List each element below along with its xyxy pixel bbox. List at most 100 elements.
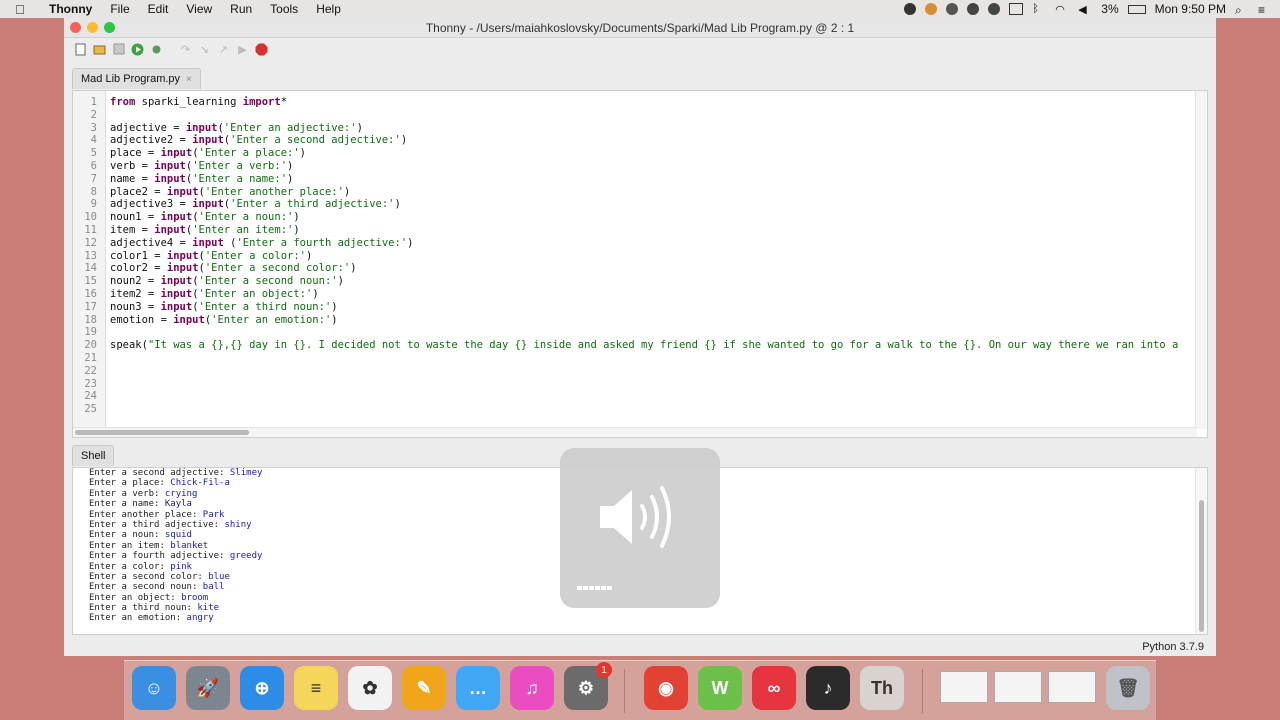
open-file-icon[interactable] [93, 43, 106, 56]
editor-tabbar: Mad Lib Program.py × [72, 68, 201, 89]
app-tray-icon[interactable] [925, 3, 938, 15]
code-line[interactable]: from sparki_learning import* [110, 96, 1195, 109]
code-line[interactable]: adjective4 = input ('Enter a fourth adje… [110, 237, 1195, 250]
resume-icon[interactable]: ▶ [236, 43, 249, 56]
code-paren: ) [400, 134, 408, 147]
minimize-window-button[interactable] [87, 22, 98, 33]
step-into-icon[interactable]: ↘ [198, 43, 211, 56]
run-icon[interactable] [131, 43, 144, 56]
shell-prompt: Enter a second color: [89, 571, 209, 582]
editor-vertical-scrollbar[interactable] [1195, 91, 1207, 429]
shell-vertical-scrollbar[interactable] [1195, 468, 1207, 634]
dock-separator [624, 669, 625, 713]
minimized-window-thumbnail[interactable] [1048, 671, 1096, 703]
shell-answer: Slimey [229, 468, 263, 478]
code-line[interactable] [110, 352, 1195, 365]
tab-close-icon[interactable]: × [186, 74, 192, 85]
menu-app-name[interactable]: Thonny [40, 2, 101, 16]
itunes-icon[interactable]: ♫ [510, 666, 554, 710]
new-file-icon[interactable] [74, 43, 87, 56]
code-line[interactable]: emotion = input('Enter an emotion:') [110, 314, 1195, 327]
minimized-window-thumbnail[interactable] [994, 671, 1042, 703]
record-icon[interactable] [904, 3, 917, 15]
code-builtin: input [166, 262, 199, 275]
upload-icon[interactable] [967, 3, 980, 15]
chrome-icon[interactable]: ◉ [644, 666, 688, 710]
code-line[interactable]: name = input('Enter a name:') [110, 173, 1195, 186]
step-out-icon[interactable]: ↗ [217, 43, 230, 56]
code-line[interactable]: place2 = input('Enter another place:') [110, 186, 1195, 199]
clock[interactable]: Mon 9:50 PM [1155, 2, 1226, 16]
save-file-icon[interactable] [112, 43, 125, 56]
audio-recorder-icon[interactable]: ♪ [806, 666, 850, 710]
code-line[interactable] [110, 390, 1195, 403]
code-line[interactable]: noun3 = input('Enter a third noun:') [110, 301, 1195, 314]
launchpad-icon[interactable]: 🚀 [186, 666, 230, 710]
code-line[interactable] [110, 326, 1195, 339]
code-text[interactable]: from sparki_learning import* adjective = … [110, 96, 1195, 416]
editor-horizontal-scroll-thumb[interactable] [75, 430, 249, 435]
line-number: 18 [84, 313, 97, 326]
code-line[interactable]: noun1 = input('Enter a noun:') [110, 211, 1195, 224]
safari-icon[interactable]: ⊕ [240, 666, 284, 710]
code-line[interactable]: noun2 = input('Enter a second noun:') [110, 275, 1195, 288]
code-builtin: input [160, 287, 193, 300]
wifi-icon[interactable]: ◠ [1055, 3, 1069, 16]
code-line[interactable] [110, 403, 1195, 416]
thonny-icon[interactable]: Th [860, 666, 904, 710]
bluetooth-icon[interactable]: ᛒ [1032, 3, 1046, 15]
notes-icon[interactable]: ≡ [294, 666, 338, 710]
notification-center-icon[interactable]: ≡ [1258, 3, 1272, 17]
code-line[interactable] [110, 365, 1195, 378]
shell-scroll-thumb[interactable] [1199, 500, 1204, 632]
tab-shell[interactable]: Shell [72, 445, 115, 466]
pages-icon[interactable]: ✎ [402, 666, 446, 710]
stop-icon[interactable] [255, 43, 268, 56]
system-preferences-icon[interactable]: ⚙ 1 [564, 662, 612, 710]
menu-edit[interactable]: Edit [139, 2, 178, 16]
code-line[interactable] [110, 378, 1195, 391]
menu-help[interactable]: Help [307, 2, 350, 16]
tab-mad-lib-program[interactable]: Mad Lib Program.py × [72, 68, 201, 89]
line-number: 16 [84, 287, 97, 300]
creative-cloud-icon[interactable]: ∞ [752, 666, 796, 710]
webex-icon[interactable]: W [698, 666, 742, 710]
volume-tray-icon[interactable]: ◀ [1078, 3, 1092, 16]
trash-icon[interactable]: 🗑 [1106, 666, 1150, 710]
messages-icon[interactable]: … [456, 666, 500, 710]
menu-file[interactable]: File [101, 2, 138, 16]
menu-tools[interactable]: Tools [261, 2, 307, 16]
code-line[interactable]: verb = input('Enter a verb:') [110, 160, 1195, 173]
step-over-icon[interactable]: ↷ [179, 43, 192, 56]
code-line[interactable]: speak("It was a {},{} day in {}. I decid… [110, 339, 1195, 352]
creative-cloud-tray-icon[interactable] [988, 3, 1001, 15]
zoom-window-button[interactable] [104, 22, 115, 33]
spotlight-search-icon[interactable]: ⌕ [1235, 3, 1249, 17]
photos-icon[interactable]: ✿ [348, 666, 392, 710]
battery-icon[interactable] [1127, 4, 1146, 14]
code-line[interactable]: color1 = input('Enter a color:') [110, 250, 1195, 263]
code-line[interactable]: adjective = input('Enter an adjective:') [110, 122, 1195, 135]
notification-icon[interactable] [946, 3, 959, 15]
menu-run[interactable]: Run [221, 2, 261, 16]
code-line[interactable]: place = input('Enter a place:') [110, 147, 1195, 160]
code-line[interactable]: item = input('Enter an item:') [110, 224, 1195, 237]
menu-view[interactable]: View [177, 2, 221, 16]
airplay-icon[interactable] [1009, 3, 1024, 15]
editor-horizontal-scrollbar[interactable] [73, 427, 1197, 437]
shell-prompt: Enter a third adjective: [89, 519, 225, 530]
finder-icon[interactable]: ☺ [132, 666, 176, 710]
code-line[interactable]: item2 = input('Enter an object:') [110, 288, 1195, 301]
line-number: 13 [84, 249, 97, 262]
minimized-window-thumbnail[interactable] [940, 671, 988, 703]
close-window-button[interactable] [70, 22, 81, 33]
shell-prompt: Enter a second adjective: [89, 468, 230, 478]
code-line[interactable]: adjective2 = input('Enter a second adjec… [110, 134, 1195, 147]
code-line[interactable] [110, 109, 1195, 122]
code-line[interactable]: adjective3 = input('Enter a third adject… [110, 198, 1195, 211]
apple-icon[interactable]:  [0, 2, 40, 17]
debug-icon[interactable] [150, 43, 163, 56]
code-line[interactable]: color2 = input('Enter a second color:') [110, 262, 1195, 275]
code-editor[interactable]: 1 2 3 4 5 6 7 8 9 10 11 12 13 14 15 16 17 18 19 20 21 22 23 24 2… [72, 90, 1208, 438]
python-version[interactable]: Python 3.7.9 [1142, 641, 1204, 653]
